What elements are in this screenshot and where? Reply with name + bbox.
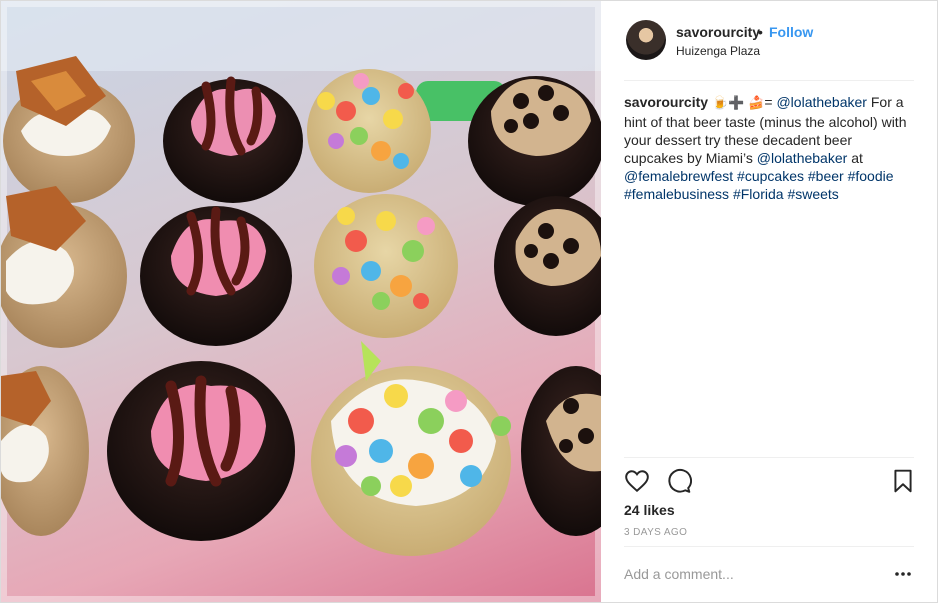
location-link[interactable]: Huizenga Plaza xyxy=(676,44,760,58)
follow-button[interactable]: Follow xyxy=(769,24,813,40)
cupcakes-illustration xyxy=(1,1,601,602)
hashtag-link[interactable]: #cupcakes xyxy=(737,168,804,184)
mention-link[interactable]: @lolathebaker xyxy=(776,94,867,110)
header-username[interactable]: savorourcity xyxy=(676,24,760,40)
comment-section xyxy=(624,546,914,602)
header-separator: • xyxy=(758,24,763,40)
comment-input[interactable] xyxy=(624,563,874,585)
ellipsis-icon[interactable] xyxy=(894,565,912,583)
hashtag-link[interactable]: @femalebrewfest xyxy=(624,168,733,184)
mention-link[interactable]: @lolathebaker xyxy=(757,150,848,166)
hashtag-link[interactable]: #foodie xyxy=(848,168,894,184)
avatar[interactable] xyxy=(626,20,666,60)
caption-text: at xyxy=(851,150,863,166)
hashtag-link[interactable]: #Florida xyxy=(733,186,784,202)
caption-username[interactable]: savorourcity xyxy=(624,94,708,110)
post-actions: 24 likes 3 DAYS AGO xyxy=(624,457,914,548)
post-timestamp[interactable]: 3 DAYS AGO xyxy=(624,527,687,538)
post-header: savorourcity • Follow Huizenga Plaza xyxy=(624,1,914,81)
caption-equals: = xyxy=(764,94,773,110)
post-caption: savorourcity 🍺➕ 🍰= @lolathebaker For a h… xyxy=(624,93,914,203)
instagram-post: savorourcity • Follow Huizenga Plaza sav… xyxy=(0,0,938,603)
plus-emoji: ➕ xyxy=(728,96,745,111)
hashtag-link[interactable]: #beer xyxy=(808,168,844,184)
post-photo-cupcakes[interactable] xyxy=(1,1,601,602)
beer-emoji: 🍺 xyxy=(711,96,729,111)
likes-count[interactable]: 24 likes xyxy=(624,502,675,518)
cake-emoji: 🍰 xyxy=(748,96,765,111)
speech-bubble-icon[interactable] xyxy=(666,468,692,494)
bookmark-icon[interactable] xyxy=(890,468,916,494)
hashtag-link[interactable]: #femalebusiness xyxy=(624,186,729,202)
hashtag-link[interactable]: #sweets xyxy=(787,186,838,202)
heart-icon[interactable] xyxy=(624,468,650,494)
post-side-panel: savorourcity • Follow Huizenga Plaza sav… xyxy=(602,1,937,602)
